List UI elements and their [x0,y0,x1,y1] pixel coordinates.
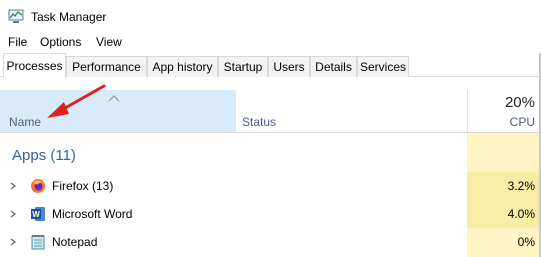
tab-strip: Processes Performance App history Startu… [0,53,541,78]
process-row-notepad[interactable]: Notepad [0,228,467,256]
menu-file[interactable]: File [8,35,27,49]
status-column-header[interactable]: Status [242,115,276,129]
name-column-label: Name [9,115,42,129]
notepad-icon [31,235,45,250]
svg-text:W: W [32,210,40,219]
tab-app-history[interactable]: App history [147,56,218,77]
process-row-word[interactable]: W Microsoft Word [0,200,467,228]
name-column-header[interactable]: Name [0,90,236,132]
firefox-icon [31,179,45,193]
tab-startup[interactable]: Startup [218,56,268,77]
menu-view[interactable]: View [96,35,122,49]
process-name: Microsoft Word [52,207,133,221]
tab-details[interactable]: Details [310,56,357,77]
column-header-row: Name Status 20% CPU [0,90,541,133]
cpu-total-usage: 20% [504,94,535,111]
tab-users[interactable]: Users [268,56,310,77]
process-name: Firefox (13) [52,179,114,193]
cpu-value: 4.0% [507,207,535,221]
apps-section-heading: Apps (11) [12,147,76,164]
column-separator[interactable] [467,90,468,132]
cpu-column-header[interactable]: CPU [510,115,535,129]
word-icon: W [31,207,45,221]
menu-options[interactable]: Options [40,35,81,49]
window-title: Task Manager [31,10,107,24]
chevron-right-icon[interactable] [10,210,16,218]
task-manager-icon [8,9,24,23]
sort-ascending-icon [108,95,120,102]
process-row-firefox[interactable]: Firefox (13) [0,172,467,200]
cpu-cell: 4.0% [467,200,541,228]
tab-processes[interactable]: Processes [3,53,66,78]
cpu-value: 3.2% [507,179,535,193]
cpu-cell: 3.2% [467,172,541,200]
cpu-cell: 0% [467,228,541,256]
title-bar: Task Manager [0,0,541,31]
cpu-value: 0% [517,235,535,249]
process-name: Notepad [52,235,98,249]
tab-performance[interactable]: Performance [66,56,147,77]
menu-bar: File Options View [0,31,541,53]
chevron-right-icon[interactable] [10,238,16,246]
chevron-right-icon[interactable] [10,182,16,190]
tab-services[interactable]: Services [357,56,409,77]
